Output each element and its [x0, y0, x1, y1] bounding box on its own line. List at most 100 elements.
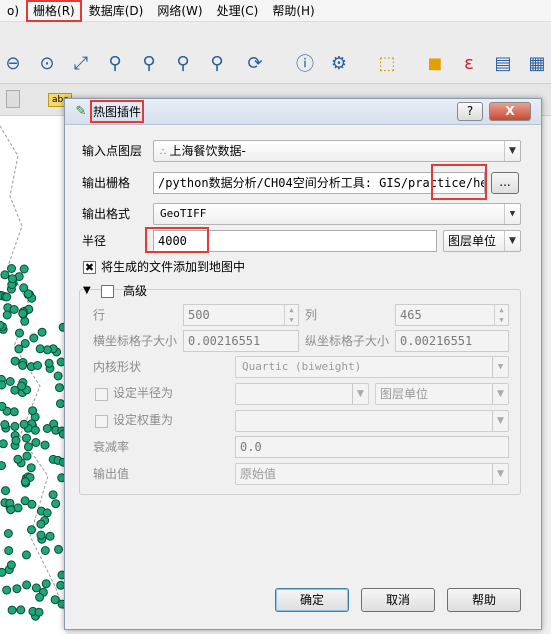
identify-icon[interactable]: ⓘ — [292, 50, 318, 76]
menu-item-partial[interactable]: o) — [0, 0, 26, 22]
add-to-map-checkbox[interactable]: ✖ — [83, 261, 96, 274]
map-point — [0, 461, 6, 471]
menu-processing[interactable]: 处理(C) — [210, 0, 266, 22]
zoom-layer-icon[interactable]: ⚲ — [102, 50, 128, 76]
rows-spinbox[interactable]: 500 ▲ ▼ — [183, 304, 299, 326]
use-radius-checkbox[interactable] — [95, 388, 108, 401]
kernel-value: Quartic (biweight) — [242, 360, 362, 373]
map-point — [22, 451, 32, 461]
menu-database[interactable]: 数据库(D) — [82, 0, 151, 22]
map-point — [55, 383, 64, 393]
output-value-select[interactable]: 原始值 ▼ — [235, 463, 509, 485]
radius-field-select[interactable]: ▼ — [235, 383, 369, 405]
map-point — [7, 605, 17, 615]
zoom-actual-icon[interactable]: ⊙ — [34, 50, 60, 76]
map-point — [7, 264, 16, 273]
dialog-close-button[interactable]: X — [489, 102, 531, 121]
radius-unit-select[interactable]: 图层单位 ▼ — [443, 230, 521, 252]
map-point — [13, 503, 23, 513]
map-point — [17, 381, 26, 391]
input-layer-select[interactable]: ∴ 上海餐饮数据- ▼ — [153, 140, 521, 162]
collapse-triangle-icon[interactable]: ▼ — [83, 281, 91, 301]
map-point — [41, 579, 51, 589]
map-point — [42, 424, 52, 433]
map-point — [18, 309, 28, 318]
map-point — [33, 361, 42, 370]
map-point — [28, 406, 38, 416]
map-point — [48, 490, 58, 500]
action-icon[interactable]: ⚙ — [326, 50, 352, 76]
heatmap-plugin-icon: ✎ — [75, 103, 87, 119]
cols-spinbox[interactable]: 465 ▲ ▼ — [395, 304, 509, 326]
map-point — [21, 550, 31, 560]
help-button[interactable]: 帮助 — [447, 588, 521, 612]
map-point — [19, 264, 29, 274]
cell-x-field[interactable]: 0.00216551 — [183, 330, 299, 352]
deselect-icon[interactable]: ◼ — [422, 50, 448, 76]
attribute-table-icon[interactable]: ▤ — [490, 50, 516, 76]
use-weight-label: 设定权重为 — [113, 413, 174, 427]
statistics-icon[interactable]: ▦ — [524, 50, 550, 76]
map-point — [35, 344, 45, 354]
use-weight-checkbox[interactable] — [95, 415, 108, 428]
menu-help[interactable]: 帮助(H) — [265, 0, 321, 22]
map-point — [20, 496, 30, 506]
map-point — [40, 440, 50, 450]
map-point — [16, 605, 26, 615]
advanced-checkbox[interactable] — [101, 285, 114, 298]
map-canvas[interactable] — [0, 116, 66, 634]
refresh-icon[interactable]: ⟳ — [242, 50, 268, 76]
output-value-label: 输出值 — [93, 467, 130, 481]
map-point — [19, 419, 29, 429]
clipboard-icon[interactable] — [6, 90, 20, 108]
map-point — [9, 305, 19, 314]
point-layer-icon: ∴ — [160, 147, 170, 158]
cell-y-field[interactable]: 0.00216551 — [395, 330, 509, 352]
map-point — [2, 310, 12, 320]
map-point — [53, 371, 63, 381]
select-features-icon[interactable]: ⬚ — [374, 50, 400, 76]
spin-down-icon[interactable]: ▼ — [494, 315, 508, 325]
weight-field-select[interactable]: ▼ — [235, 410, 509, 432]
map-point — [51, 499, 61, 509]
decay-field[interactable]: 0.0 — [235, 436, 509, 458]
add-to-map-label: 将生成的文件添加到地图中 — [101, 260, 246, 274]
map-point — [2, 585, 12, 595]
advanced-label: 高级 — [123, 284, 148, 298]
zoom-full-icon[interactable]: ⤢ — [68, 50, 94, 76]
spin-up-icon[interactable]: ▲ — [494, 305, 508, 315]
map-point — [31, 438, 41, 447]
zoom-selection-icon[interactable]: ⚲ — [136, 50, 162, 76]
dialog-help-button[interactable]: ? — [457, 102, 483, 121]
map-point — [42, 345, 52, 355]
menu-web[interactable]: 网络(W) — [150, 0, 209, 22]
dialog-titlebar[interactable]: ✎ 热图插件 ? X — [65, 99, 541, 125]
radius-unit-value: 图层单位 — [448, 234, 497, 248]
zoom-last-icon[interactable]: ⚲ — [170, 50, 196, 76]
map-point — [29, 333, 39, 343]
browse-button[interactable]: ... — [491, 172, 519, 194]
map-point — [12, 584, 22, 594]
zoom-out-icon[interactable]: ⊖ — [0, 50, 26, 76]
output-format-select[interactable]: GeoTIFF ▼ — [153, 203, 521, 225]
radius-field-unit-select[interactable]: 图层单位 ▼ — [375, 383, 509, 405]
map-point — [23, 442, 33, 452]
menu-bar: o) 栅格(R) 数据库(D) 网络(W) 处理(C) 帮助(H) — [0, 0, 551, 22]
ok-button[interactable]: 确定 — [275, 588, 349, 612]
map-point — [42, 508, 52, 518]
cols-label: 列 — [305, 308, 318, 322]
map-point — [50, 595, 60, 605]
cancel-button[interactable]: 取消 — [361, 588, 435, 612]
spin-down-icon[interactable]: ▼ — [284, 315, 298, 325]
map-point — [1, 486, 10, 496]
kernel-select[interactable]: Quartic (biweight) ▼ — [235, 356, 509, 378]
map-point — [44, 358, 54, 368]
zoom-next-icon[interactable]: ⚲ — [204, 50, 230, 76]
map-point — [45, 531, 55, 541]
map-point — [20, 477, 30, 487]
map-point — [0, 270, 10, 280]
dialog-title: 热图插件 — [89, 100, 145, 123]
spin-up-icon[interactable]: ▲ — [284, 305, 298, 315]
menu-raster[interactable]: 栅格(R) — [26, 0, 82, 22]
expression-icon[interactable]: ε — [456, 50, 482, 76]
